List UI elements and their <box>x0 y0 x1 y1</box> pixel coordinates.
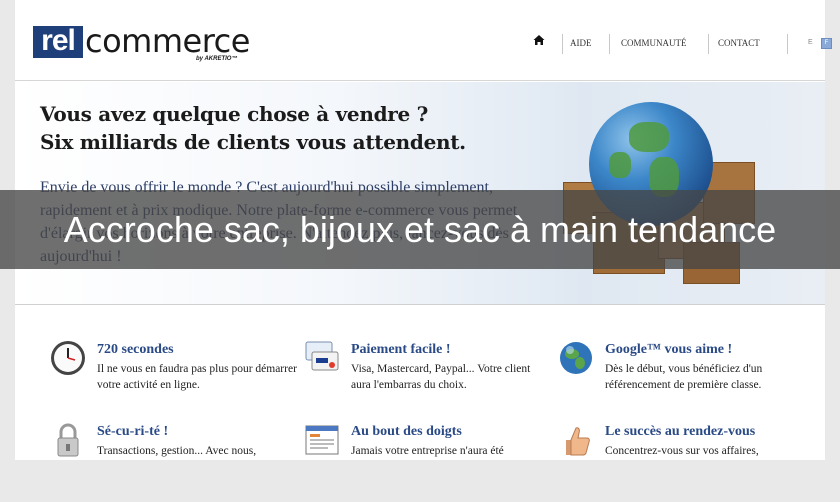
feature-title: Le succès au rendez-vous <box>605 424 756 439</box>
feature-720-secondes: 720 secondes Il ne vous en faudra pas pl… <box>50 340 300 420</box>
payment-card-icon <box>305 341 339 371</box>
home-icon[interactable] <box>533 34 545 46</box>
globe-landmass <box>629 122 669 152</box>
feature-text: Visa, Mastercard, Paypal... Votre client… <box>351 363 531 391</box>
nav-item-communaute[interactable]: COMMUNAUTÉ <box>621 34 687 52</box>
nav-divider <box>609 34 610 54</box>
browser-window-icon <box>305 425 339 455</box>
feature-le-succes: Le succès au rendez-vous Concentrez-vous… <box>558 422 808 502</box>
padlock-icon <box>57 423 79 457</box>
nav-item-aide[interactable]: AIDE <box>570 34 592 52</box>
feature-text: Transactions, gestion... Avec nous, <box>97 445 257 457</box>
features-section: 720 secondes Il ne vous en faudra pas pl… <box>15 306 825 460</box>
caption-overlay-band: Accroche sac, bijoux et sac à main tenda… <box>0 190 840 269</box>
feature-text: Dès le début, vous bénéficiez d'un référ… <box>605 363 763 391</box>
globe-icon <box>560 342 592 374</box>
caption-overlay-text: Accroche sac, bijoux et sac à main tenda… <box>63 209 777 250</box>
hero-title-line-1: Vous avez quelque chose à vendre ? <box>40 102 429 126</box>
nav-divider <box>787 34 788 54</box>
thumbs-up-icon <box>566 427 590 456</box>
hero-title-line-2: Six milliards de clients vous attendent. <box>40 130 466 154</box>
logo-byline: by AKRETIO™ <box>196 56 238 62</box>
feature-title: Sé-cu-ri-té ! <box>97 424 169 439</box>
globe-landmass <box>609 152 631 178</box>
logo-wordmark: commerce <box>85 22 250 60</box>
feature-title: Google™ vous aime ! <box>605 342 733 357</box>
feature-text: Jamais votre entreprise n'aura été <box>351 445 504 457</box>
logo-mark: rel <box>33 26 83 58</box>
feature-au-bout-des-doigts: Au bout des doigts Jamais votre entrepri… <box>304 422 554 502</box>
language-english[interactable]: E <box>808 34 813 52</box>
feature-google-vous-aime: Google™ vous aime ! Dès le début, vous b… <box>558 340 808 420</box>
nav-item-contact[interactable]: CONTACT <box>718 34 760 52</box>
nav-divider <box>562 34 563 54</box>
feature-text: Concentrez-vous sur vos affaires, <box>605 445 759 457</box>
feature-title: Au bout des doigts <box>351 424 462 439</box>
feature-securite: Sé-cu-ri-té ! Transactions, gestion... A… <box>50 422 300 502</box>
feature-text: Il ne vous en faudra pas plus pour démar… <box>97 363 297 391</box>
feature-title: Paiement facile ! <box>351 342 451 357</box>
language-french-flag[interactable]: F <box>821 38 832 49</box>
site-header: rel commerce by AKRETIO™ AIDE COMMUNAUTÉ… <box>15 0 832 81</box>
feature-title: 720 secondes <box>97 342 174 357</box>
hero-title: Vous avez quelque chose à vendre ? Six m… <box>40 100 466 156</box>
clock-icon <box>51 341 85 375</box>
nav-divider <box>708 34 709 54</box>
feature-paiement-facile: Paiement facile ! Visa, Mastercard, Payp… <box>304 340 554 420</box>
